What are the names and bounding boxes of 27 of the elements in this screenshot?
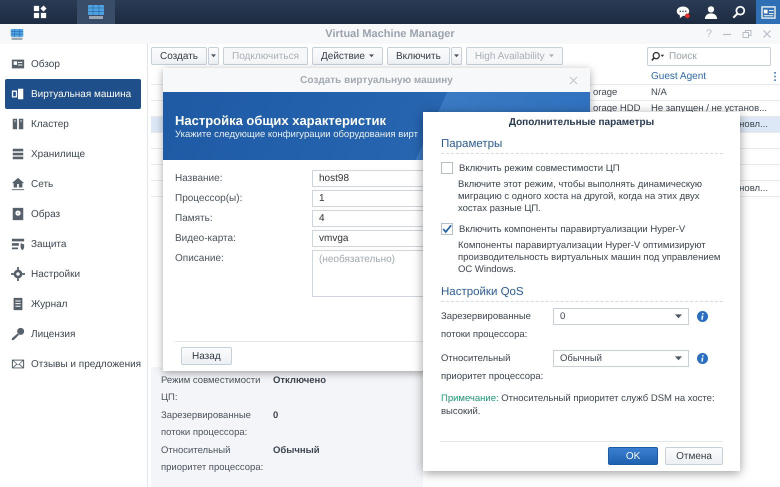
field-label: Описание: <box>175 252 225 266</box>
dialog-title: Дополнительные параметры <box>508 116 656 130</box>
field-label: Видео-карта: <box>175 232 237 246</box>
dialog-heading: Настройка общих характеристик <box>175 112 386 128</box>
note-text: Примечание: Относительный приоритет служб DSM на хосте: высокий. <box>441 392 716 418</box>
detail-value: Отключено <box>273 374 326 388</box>
field-label: Зарезервированные потоки процессора: <box>441 310 532 342</box>
detail-label: Зарезервированные потоки процессора: <box>161 409 252 440</box>
table-cell: orage <box>593 87 618 98</box>
dialog-subheading: Укажите следующие конфигурации оборудования вирт <box>175 128 418 140</box>
table-cell: N/A <box>651 87 667 98</box>
detail-value: Обычный <box>273 444 320 458</box>
detail-value: 0 <box>273 409 278 423</box>
table-cell: новл... <box>739 183 768 194</box>
window-title: Virtual Machine Manager <box>325 28 455 40</box>
table-cell: orage HDD <box>593 103 641 114</box>
section-title: Параметры <box>441 138 723 154</box>
field-label: Память: <box>175 212 214 226</box>
dialog-title: Создать виртуальную машину <box>300 74 453 86</box>
detail-label: Относительный приоритет процессора: <box>161 444 264 475</box>
field-label: Название: <box>175 172 224 186</box>
detail-label: Режим совместимости ЦП: <box>161 374 262 405</box>
table-cell: Не запущен / не установ... <box>651 103 768 114</box>
table-cell: новл... <box>739 119 768 130</box>
field-label: Процессор(ы): <box>175 192 244 206</box>
field-label: Относительный приоритет процессора: <box>441 352 544 384</box>
section-title: Настройки QoS <box>441 286 723 302</box>
